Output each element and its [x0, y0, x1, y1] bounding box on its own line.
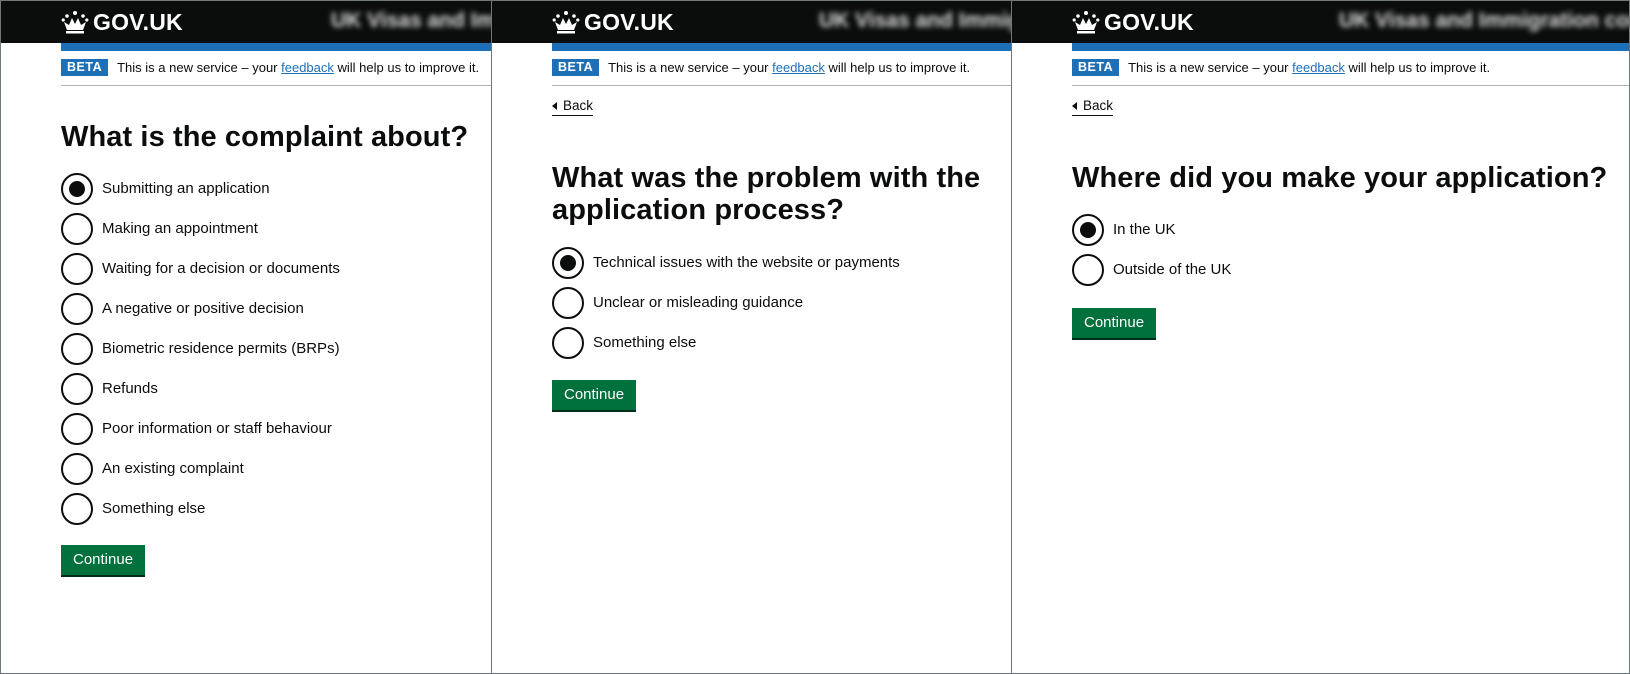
radio-button-checked[interactable] [552, 247, 584, 279]
radio-label[interactable]: Making an appointment [102, 219, 258, 239]
radio-option[interactable]: A negative or positive decision [61, 289, 340, 329]
radio-button-checked[interactable] [61, 173, 93, 205]
radio-label[interactable]: Something else [593, 333, 696, 353]
screen-application-location: GOV.UK UK Visas and Immigration complain… [1011, 1, 1629, 673]
radio-option[interactable]: Unclear or misleading guidance [552, 283, 900, 323]
radio-button[interactable] [61, 253, 93, 285]
radio-button[interactable] [552, 327, 584, 359]
radio-button[interactable] [552, 287, 584, 319]
radio-button[interactable] [61, 333, 93, 365]
radio-option[interactable]: In the UK [1072, 210, 1231, 250]
phase-banner-text: This is a new service – your feedback wi… [1128, 60, 1491, 75]
radio-label[interactable]: Refunds [102, 379, 158, 399]
screen-complaint-about: GOV.UK UK Visas and Immigration complain… [1, 1, 491, 673]
govuk-logotype: GOV.UK [93, 8, 183, 35]
radio-label[interactable]: A negative or positive decision [102, 299, 304, 319]
radio-option[interactable]: Technical issues with the website or pay… [552, 243, 900, 283]
page-title: Where did you make your application? [1072, 162, 1608, 194]
radio-option[interactable]: Something else [61, 489, 340, 529]
radio-label[interactable]: Unclear or misleading guidance [593, 293, 803, 313]
continue-button[interactable]: Continue [1072, 308, 1157, 338]
radio-option[interactable]: Refunds [61, 369, 340, 409]
radio-button-checked[interactable] [1072, 214, 1104, 246]
radio-label[interactable]: Biometric residence permits (BRPs) [102, 339, 340, 359]
govuk-logo-link[interactable]: GOV.UK [61, 7, 183, 37]
crown-icon [61, 11, 89, 34]
radio-label[interactable]: Waiting for a decision or documents [102, 259, 340, 279]
beta-tag: BETA [552, 59, 600, 76]
continue-button[interactable]: Continue [552, 380, 637, 410]
radio-option[interactable]: Something else [552, 323, 900, 363]
radio-button[interactable] [1072, 254, 1104, 286]
radio-label[interactable]: Something else [102, 499, 205, 519]
crown-icon [1072, 11, 1100, 34]
radio-label[interactable]: In the UK [1113, 220, 1176, 240]
page-title: What is the complaint about? [61, 121, 469, 153]
govuk-logotype: GOV.UK [1104, 8, 1194, 35]
radio-option[interactable]: Waiting for a decision or documents [61, 249, 340, 289]
crown-icon [552, 11, 580, 34]
govuk-header: GOV.UK UK Visas and Immigration complain… [1012, 1, 1629, 43]
radio-group: In the UK Outside of the UK [1072, 210, 1231, 290]
back-link[interactable]: Back [1072, 97, 1114, 116]
radio-label[interactable]: Technical issues with the website or pay… [593, 253, 900, 273]
radio-label[interactable]: Poor information or staff behaviour [102, 419, 332, 439]
header-blue-bar [1072, 43, 1629, 51]
header-blue-bar [61, 43, 491, 51]
phase-banner: BETA This is a new service – your feedba… [1072, 59, 1629, 86]
service-name-blurred[interactable]: UK Visas and Immigration complaints [331, 9, 491, 33]
phase-banner-text: This is a new service – your feedback wi… [117, 60, 480, 75]
feedback-link[interactable]: feedback [1292, 60, 1345, 75]
continue-button[interactable]: Continue [61, 545, 146, 575]
radio-label[interactable]: An existing complaint [102, 459, 244, 479]
radio-label[interactable]: Outside of the UK [1113, 260, 1231, 280]
phase-banner: BETA This is a new service – your feedba… [61, 59, 491, 86]
radio-option[interactable]: Submitting an application [61, 169, 340, 209]
beta-tag: BETA [1072, 59, 1120, 76]
radio-option[interactable]: An existing complaint [61, 449, 340, 489]
chevron-left-icon [552, 102, 557, 110]
radio-button[interactable] [61, 293, 93, 325]
phase-banner: BETA This is a new service – your feedba… [552, 59, 1011, 86]
feedback-link[interactable]: feedback [281, 60, 334, 75]
screens-container: GOV.UK UK Visas and Immigration complain… [0, 0, 1630, 674]
service-name-blurred[interactable]: UK Visas and Immigration complaints [819, 9, 1011, 33]
govuk-logotype: GOV.UK [584, 8, 674, 35]
chevron-left-icon [1072, 102, 1077, 110]
radio-option[interactable]: Outside of the UK [1072, 250, 1231, 290]
header-blue-bar [552, 43, 1011, 51]
phase-banner-text: This is a new service – your feedback wi… [608, 60, 971, 75]
screen-application-problem: GOV.UK UK Visas and Immigration complain… [491, 1, 1011, 673]
govuk-header: GOV.UK UK Visas and Immigration complain… [492, 1, 1011, 43]
feedback-link[interactable]: feedback [772, 60, 825, 75]
radio-option[interactable]: Making an appointment [61, 209, 340, 249]
radio-button[interactable] [61, 373, 93, 405]
radio-button[interactable] [61, 213, 93, 245]
radio-group: Technical issues with the website or pay… [552, 243, 900, 363]
radio-group: Submitting an application Making an appo… [61, 169, 340, 529]
back-link[interactable]: Back [552, 97, 594, 116]
beta-tag: BETA [61, 59, 109, 76]
govuk-logo-link[interactable]: GOV.UK [1072, 7, 1194, 37]
radio-option[interactable]: Biometric residence permits (BRPs) [61, 329, 340, 369]
radio-button[interactable] [61, 453, 93, 485]
govuk-header: GOV.UK UK Visas and Immigration complain… [1, 1, 491, 43]
page-title: What was the problem with the applicatio… [552, 162, 981, 226]
radio-button[interactable] [61, 493, 93, 525]
govuk-logo-link[interactable]: GOV.UK [552, 7, 674, 37]
radio-option[interactable]: Poor information or staff behaviour [61, 409, 340, 449]
radio-button[interactable] [61, 413, 93, 445]
radio-label[interactable]: Submitting an application [102, 179, 270, 199]
service-name-blurred[interactable]: UK Visas and Immigration complaints [1339, 9, 1629, 33]
